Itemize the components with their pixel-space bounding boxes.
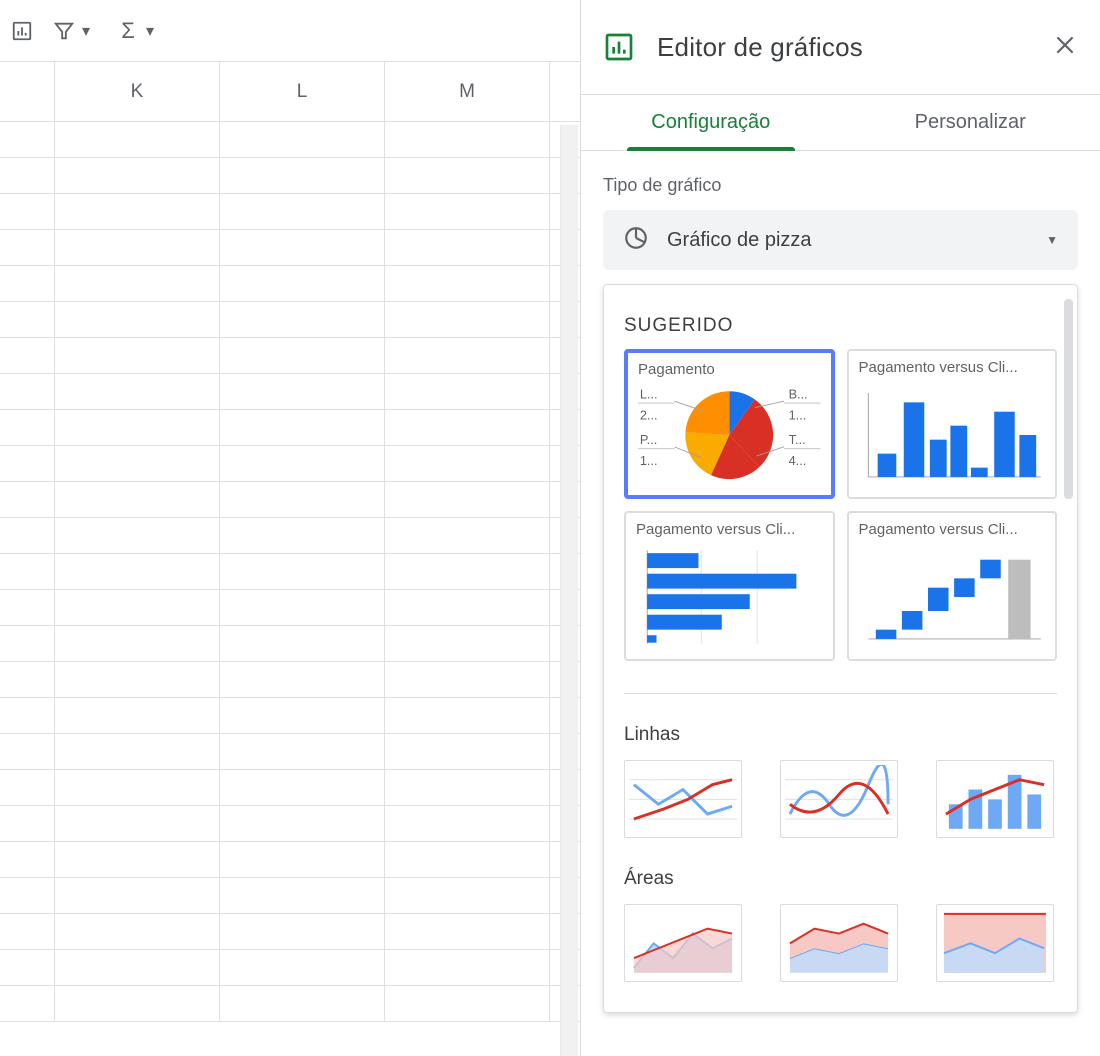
grid-rows [0,122,580,1022]
dropdown-scrollbar[interactable] [1064,295,1073,986]
chevron-down-icon: ▼ [1046,233,1058,247]
column-header-l[interactable]: L [220,62,385,121]
chart-editor-panel: Editor de gráficos Configuração Personal… [580,0,1100,1056]
line-chart-option[interactable] [624,760,742,838]
pie-icon [623,225,649,256]
functions-dropdown-icon[interactable]: ▾ [136,17,164,45]
thumb-title: Pagamento versus Cli... [636,521,823,538]
svg-text:1...: 1... [640,453,658,468]
insert-chart-icon[interactable] [8,17,36,45]
column-header-k[interactable]: K [55,62,220,121]
chart-type-value: Gráfico de pizza [667,229,812,252]
functions-group: Σ ▾ [114,17,164,45]
svg-text:B...: B... [789,387,808,402]
filter-dropdown-icon[interactable]: ▾ [72,17,100,45]
areas-label: Áreas [624,868,1057,890]
thumb-title: Pagamento versus Cli... [859,359,1046,376]
chart-type-label: Tipo de gráfico [603,175,1078,196]
column-header-m[interactable]: M [385,62,550,121]
area-chart-option[interactable] [624,904,742,982]
panel-header: Editor de gráficos [581,0,1100,95]
spreadsheet-grid[interactable]: K L M [0,62,580,1056]
filter-group: ▾ [50,17,100,45]
suggested-grid: Pagamento L... 2... P... 1... B... 1... [624,349,1057,661]
areas-row [624,904,1057,982]
smooth-line-chart-option[interactable] [780,760,898,838]
svg-text:L...: L... [640,387,658,402]
chart-type-dropdown: SUGERIDO Pagamento L... 2... P... 1... B… [603,284,1078,1013]
svg-text:4...: 4... [789,453,807,468]
vertical-scrollbar[interactable] [560,125,578,1056]
chart-editor-icon [603,31,635,63]
thumb-title: Pagamento versus Cli... [859,521,1046,538]
svg-text:T...: T... [789,432,806,447]
suggested-label: SUGERIDO [624,315,1057,337]
panel-tabs: Configuração Personalizar [581,95,1100,151]
panel-title: Editor de gráficos [657,32,863,63]
suggested-waterfall-chart[interactable]: Pagamento versus Cli... [847,511,1058,661]
close-icon[interactable] [1052,32,1078,63]
column-header-blank[interactable] [0,62,55,121]
tab-setup[interactable]: Configuração [581,95,841,150]
lines-label: Linhas [624,724,1057,746]
stacked-area-chart-option[interactable] [780,904,898,982]
svg-text:1...: 1... [789,407,807,422]
chart-type-select[interactable]: Gráfico de pizza ▼ [603,210,1078,270]
combo-chart-option[interactable] [936,760,1054,838]
suggested-column-chart[interactable]: Pagamento versus Cli... [847,349,1058,499]
full-stacked-area-chart-option[interactable] [936,904,1054,982]
suggested-pie-chart[interactable]: Pagamento L... 2... P... 1... B... 1... [624,349,835,499]
svg-text:P...: P... [640,432,658,447]
suggested-bar-chart[interactable]: Pagamento versus Cli... [624,511,835,661]
tab-customize[interactable]: Personalizar [841,95,1100,150]
svg-text:2...: 2... [640,407,658,422]
column-headers: K L M [0,62,580,122]
divider [624,693,1057,694]
panel-body: Tipo de gráfico Gráfico de pizza ▼ SUGER… [581,151,1100,1056]
lines-row [624,760,1057,838]
thumb-title: Pagamento [638,361,821,378]
